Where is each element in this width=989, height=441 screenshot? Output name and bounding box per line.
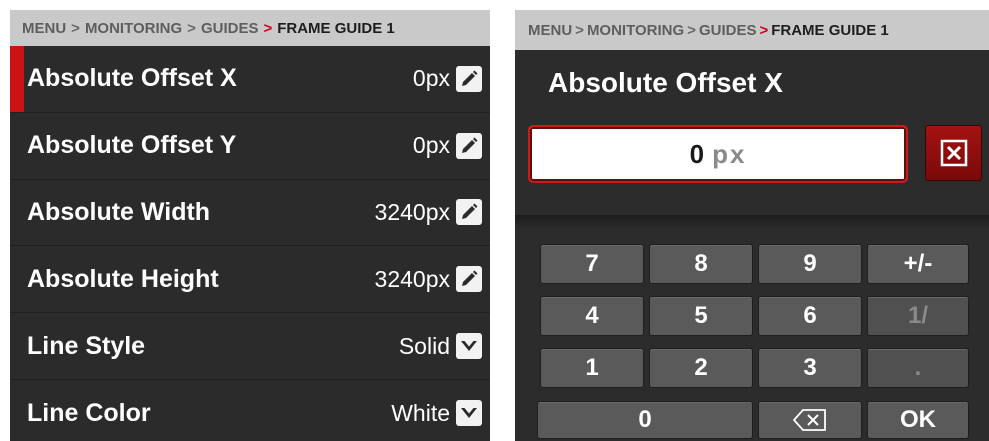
- key-plus-minus[interactable]: +/-: [867, 244, 969, 284]
- input-unit: px: [712, 138, 747, 169]
- pencil-icon[interactable]: [456, 199, 482, 226]
- breadcrumb-separator: >: [71, 19, 80, 37]
- breadcrumb-separator: >: [687, 21, 696, 39]
- key-5[interactable]: 5: [649, 296, 753, 336]
- key-7[interactable]: 7: [540, 244, 644, 284]
- key-decimal: .: [867, 348, 969, 388]
- breadcrumb-separator-active: >: [759, 21, 769, 39]
- clear-button[interactable]: [925, 125, 982, 181]
- setting-value: 0px: [412, 65, 450, 92]
- setting-value: White: [391, 399, 450, 426]
- pencil-icon[interactable]: [456, 132, 482, 159]
- setting-row-absolute-offset-y[interactable]: Absolute Offset Y 0px: [10, 113, 490, 180]
- breadcrumb-item-menu[interactable]: MENU: [22, 20, 66, 37]
- key-3[interactable]: 3: [758, 348, 862, 388]
- divider: [515, 215, 989, 229]
- breadcrumb-item-guides[interactable]: GUIDES: [699, 22, 757, 39]
- backspace-button[interactable]: [758, 401, 862, 439]
- setting-row-line-color[interactable]: Line Color White: [10, 380, 490, 441]
- setting-label: Line Style: [27, 331, 146, 360]
- key-6[interactable]: 6: [758, 296, 862, 336]
- setting-row-line-style[interactable]: Line Style Solid: [10, 313, 490, 380]
- setting-label: Absolute Width: [27, 197, 211, 226]
- breadcrumb-item-monitoring[interactable]: MONITORING: [587, 22, 684, 39]
- breadcrumb-item-guides[interactable]: GUIDES: [201, 20, 259, 37]
- key-0[interactable]: 0: [537, 401, 753, 439]
- settings-list-panel: MENU > MONITORING > GUIDES > FRAME GUIDE…: [10, 10, 490, 441]
- setting-label: Absolute Offset X: [27, 64, 237, 93]
- setting-value: Solid: [398, 332, 450, 359]
- breadcrumb: MENU > MONITORING > GUIDES > FRAME GUIDE…: [10, 10, 490, 46]
- setting-row-absolute-offset-x[interactable]: Absolute Offset X 0px: [10, 46, 490, 113]
- chevron-down-icon[interactable]: [456, 333, 482, 360]
- key-2[interactable]: 2: [649, 348, 753, 388]
- key-9[interactable]: 9: [758, 244, 862, 284]
- ok-button[interactable]: OK: [867, 401, 969, 439]
- pencil-icon[interactable]: [456, 65, 482, 92]
- breadcrumb-item-menu[interactable]: MENU: [528, 22, 572, 39]
- numeric-entry-panel: MENU > MONITORING > GUIDES > FRAME GUIDE…: [515, 10, 989, 441]
- breadcrumb-separator-active: >: [263, 19, 273, 37]
- setting-row-absolute-height[interactable]: Absolute Height 3240px: [10, 246, 490, 314]
- breadcrumb-separator: >: [187, 19, 196, 37]
- input-value: 0: [689, 138, 705, 169]
- setting-value: 3240px: [374, 265, 450, 292]
- setting-row-absolute-width[interactable]: Absolute Width 3240px: [10, 180, 490, 247]
- breadcrumb-current: FRAME GUIDE 1: [277, 19, 395, 37]
- key-8[interactable]: 8: [649, 244, 753, 284]
- setting-label: Absolute Height: [27, 264, 219, 293]
- key-reciprocal: 1/: [867, 296, 969, 336]
- chevron-down-icon[interactable]: [456, 400, 482, 427]
- key-1[interactable]: 1: [540, 348, 644, 388]
- setting-label: Absolute Offset Y: [27, 131, 237, 160]
- backspace-icon: [793, 409, 826, 431]
- setting-value: 0px: [412, 132, 450, 159]
- key-4[interactable]: 4: [540, 296, 644, 336]
- page-title: Absolute Offset X: [548, 67, 783, 98]
- breadcrumb: MENU > MONITORING > GUIDES > FRAME GUIDE…: [515, 10, 989, 50]
- selection-indicator: [10, 46, 24, 112]
- breadcrumb-item-monitoring[interactable]: MONITORING: [85, 20, 182, 37]
- breadcrumb-current: FRAME GUIDE 1: [771, 21, 889, 39]
- value-input[interactable]: 0 px: [528, 125, 908, 183]
- breadcrumb-separator: >: [575, 21, 584, 39]
- pencil-icon[interactable]: [456, 266, 482, 293]
- setting-label: Line Color: [27, 398, 151, 427]
- close-box-icon: [940, 139, 967, 167]
- setting-value: 3240px: [374, 198, 450, 225]
